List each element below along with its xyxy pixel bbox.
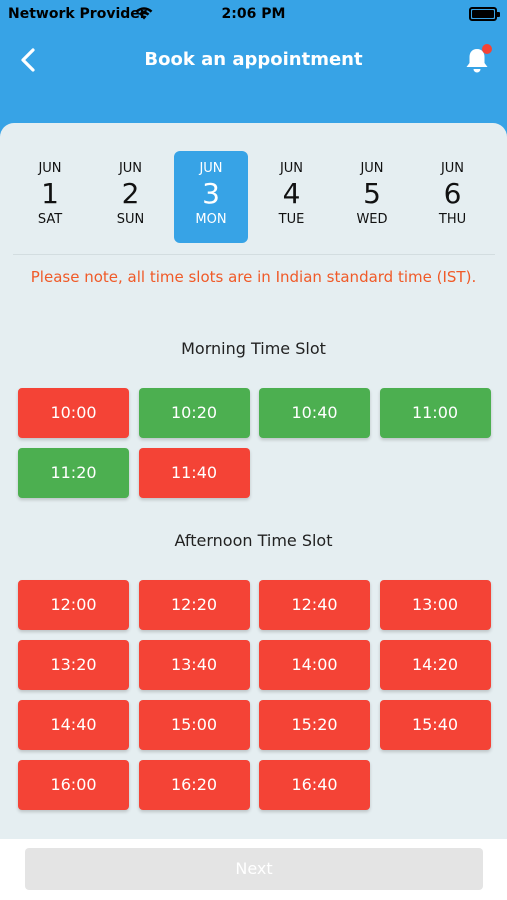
date-day: 1 <box>41 177 59 210</box>
clock: 2:06 PM <box>221 6 286 22</box>
date-day: 5 <box>363 177 381 210</box>
time-slot-button[interactable]: 13:20 <box>18 640 129 690</box>
divider <box>13 254 495 255</box>
time-slot-button[interactable]: 15:20 <box>259 700 370 750</box>
time-slot-button[interactable]: 16:00 <box>18 760 129 810</box>
time-slot-button[interactable]: 14:00 <box>259 640 370 690</box>
date-month: JUN <box>38 161 62 176</box>
time-slot-button[interactable]: 14:20 <box>379 640 491 690</box>
time-slot-button[interactable]: 12:40 <box>259 580 370 630</box>
time-slot-button[interactable]: 13:40 <box>138 640 250 690</box>
time-slot-button[interactable]: 14:40 <box>18 700 129 750</box>
date-item[interactable]: JUN 6 THU <box>416 151 490 243</box>
time-slot-button[interactable]: 16:20 <box>138 760 250 810</box>
time-slot-button[interactable]: 10:20 <box>138 388 250 438</box>
morning-slot-title: Morning Time Slot <box>181 339 326 358</box>
time-slot-button[interactable]: 15:40 <box>379 700 491 750</box>
date-day: 6 <box>443 177 462 210</box>
date-item[interactable]: JUN 2 SUN <box>94 151 168 243</box>
date-day: 4 <box>282 177 301 210</box>
time-slot-button[interactable]: 15:00 <box>138 700 250 750</box>
date-strip: JUN 1 SAT JUN 2 SUN JUN 3 MON JUN 4 TUE JUN 5 WED JUN 6 T… <box>13 151 497 243</box>
date-item[interactable]: JUN 4 TUE <box>255 151 329 243</box>
date-month: JUN <box>199 161 223 176</box>
time-slot-button[interactable]: 13:00 <box>379 580 491 630</box>
date-month: JUN <box>440 161 465 176</box>
date-month: JUN <box>118 161 143 176</box>
date-weekday: SAT <box>37 212 63 227</box>
date-day: 2 <box>121 177 140 210</box>
date-month: JUN <box>279 161 304 176</box>
booking-card: JUN 1 SAT JUN 2 SUN JUN 3 MON JUN 4 TUE JUN 5 WED JUN 6 T… <box>0 123 507 839</box>
time-slot-button[interactable]: 11:40 <box>138 448 250 498</box>
date-weekday: WED <box>356 212 388 227</box>
time-slot-button[interactable]: 11:20 <box>18 448 129 498</box>
time-slot-button[interactable]: 16:40 <box>259 760 370 810</box>
time-slot-button[interactable]: 12:00 <box>18 580 129 630</box>
time-slot-button[interactable]: 10:00 <box>18 388 129 438</box>
battery-icon <box>469 7 500 21</box>
next-button[interactable]: Next <box>25 848 483 890</box>
timezone-note: Please note, all time slots are in India… <box>30 268 477 286</box>
date-weekday: THU <box>438 212 467 227</box>
date-item[interactable]: JUN 5 WED <box>335 151 409 243</box>
date-weekday: SUN <box>116 212 145 227</box>
notification-badge <box>482 44 492 54</box>
date-item[interactable]: JUN 3 MON <box>174 151 248 243</box>
time-slot-button[interactable]: 10:40 <box>259 388 370 438</box>
status-bar: Network Provider 2:06 PM <box>0 0 507 30</box>
date-day: 3 <box>202 177 220 210</box>
page-title: Book an appointment <box>144 49 363 70</box>
footer-bar: Next <box>0 839 507 900</box>
time-slot-button[interactable]: 11:00 <box>379 388 491 438</box>
time-slot-button[interactable]: 12:20 <box>138 580 250 630</box>
date-weekday: MON <box>195 212 227 227</box>
afternoon-slot-title: Afternoon Time Slot <box>174 531 333 550</box>
date-weekday: TUE <box>278 212 305 227</box>
date-item[interactable]: JUN 1 SAT <box>13 151 87 243</box>
date-month: JUN <box>360 161 384 176</box>
